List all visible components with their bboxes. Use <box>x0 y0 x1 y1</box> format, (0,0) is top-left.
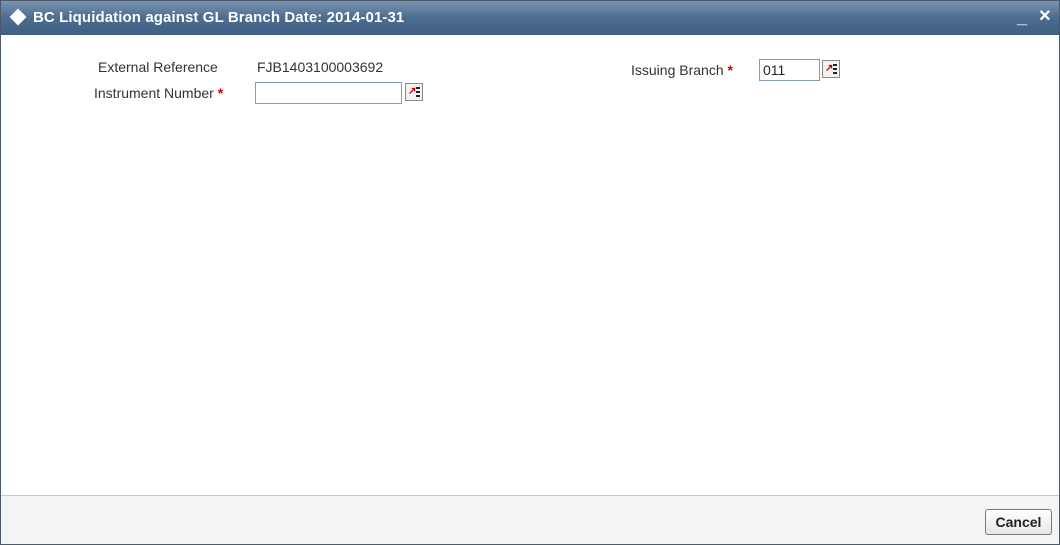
instrument-number-lov-button[interactable]: ↗ <box>405 83 423 101</box>
lov-list-icon <box>416 87 420 97</box>
required-asterisk: * <box>727 62 733 78</box>
lov-list-icon <box>833 64 837 74</box>
instrument-number-label: Instrument Number * <box>94 85 223 101</box>
instrument-number-label-text: Instrument Number <box>94 85 214 101</box>
issuing-branch-label: Issuing Branch * <box>631 62 733 78</box>
title-bar[interactable]: BC Liquidation against GL Branch Date: 2… <box>1 1 1059 35</box>
minimize-button[interactable]: _ <box>1017 8 1027 26</box>
issuing-branch-input[interactable] <box>759 59 820 81</box>
dialog-window: BC Liquidation against GL Branch Date: 2… <box>0 0 1060 545</box>
cancel-button[interactable]: Cancel <box>985 509 1052 535</box>
issuing-branch-lov-button[interactable]: ↗ <box>822 60 840 78</box>
window-diamond-icon <box>9 8 27 26</box>
instrument-number-input[interactable] <box>255 82 402 104</box>
close-button[interactable]: × <box>1039 6 1051 26</box>
window-title: BC Liquidation against GL Branch Date: 2… <box>33 9 405 26</box>
issuing-branch-label-text: Issuing Branch <box>631 62 724 78</box>
footer-bar: Cancel <box>1 495 1059 544</box>
external-reference-value: FJB1403100003692 <box>257 59 384 75</box>
form-panel: External Reference FJB1403100003692 Inst… <box>1 35 1059 495</box>
required-asterisk: * <box>217 85 224 101</box>
external-reference-label: External Reference <box>98 59 218 75</box>
